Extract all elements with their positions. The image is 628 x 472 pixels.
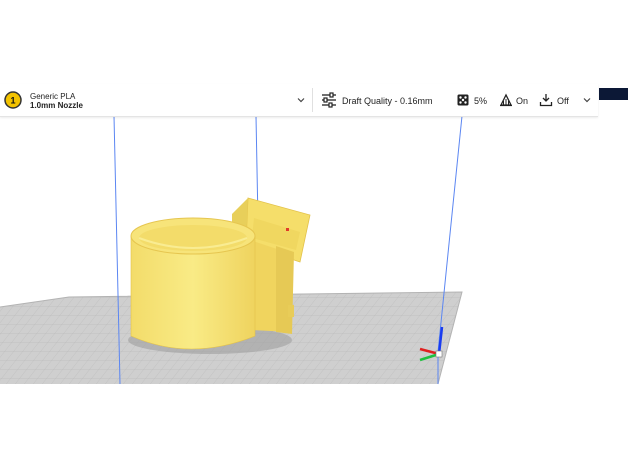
infill-value: 5%	[474, 96, 488, 106]
3d-viewport[interactable]	[0, 0, 628, 472]
support-value: On	[516, 96, 529, 106]
corner-accent	[599, 88, 628, 100]
chevron-down-icon[interactable]	[297, 96, 305, 104]
model-cup-holder[interactable]	[130, 197, 311, 350]
adhesion-value: Off	[557, 96, 569, 106]
adhesion-icon	[539, 94, 553, 107]
chevron-down-icon[interactable]	[583, 96, 591, 104]
extruder-number: 1	[10, 96, 15, 106]
print-setup-toolbar: 1 Generic PLA 1.0mm Nozzle Draft Quality…	[0, 84, 598, 117]
extruder-badge-icon: 1	[4, 91, 22, 109]
infill-icon	[457, 94, 469, 106]
material-selector[interactable]: 1 Generic PLA 1.0mm Nozzle	[0, 84, 312, 116]
material-name: Generic PLA	[30, 92, 76, 101]
nozzle-size: 1.0mm Nozzle	[30, 101, 83, 110]
support-icon	[499, 93, 513, 107]
sliders-icon	[322, 92, 336, 108]
build-volume-scene[interactable]	[0, 0, 628, 472]
print-settings-selector[interactable]: Draft Quality - 0.16mm 5% On Off	[313, 84, 598, 116]
profile-name: Draft Quality - 0.16mm	[342, 96, 433, 106]
